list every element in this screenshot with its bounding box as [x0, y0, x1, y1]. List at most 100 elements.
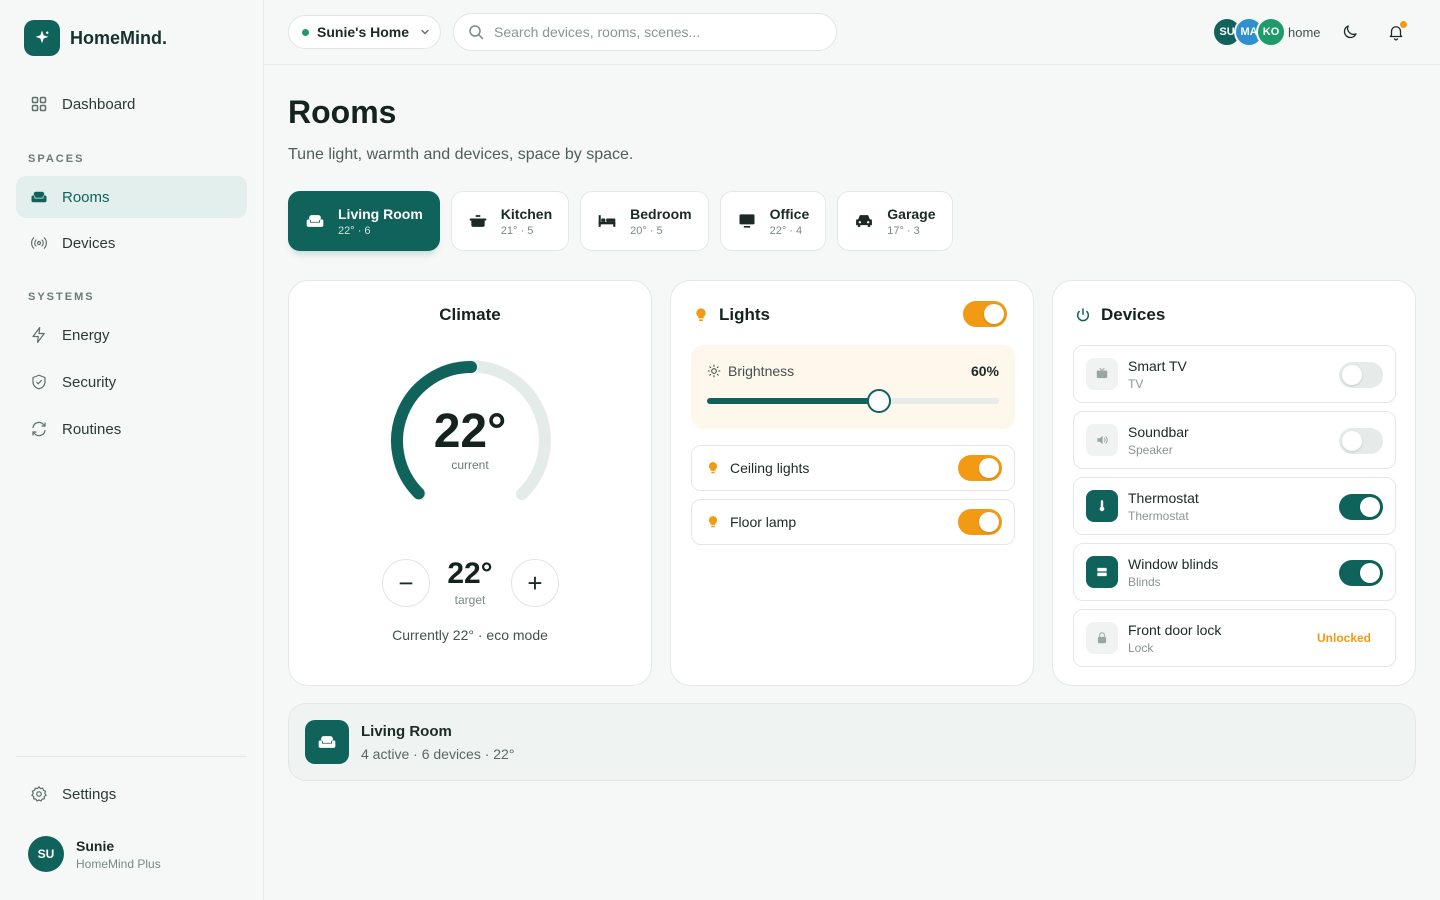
light-row-ceiling[interactable]: Ceiling lights: [691, 445, 1015, 491]
sidebar-item-rooms[interactable]: Rooms: [16, 176, 247, 218]
room-meta: 22° · 4: [769, 224, 803, 237]
room-name: Bedroom: [630, 205, 692, 222]
speaker-icon: [1086, 424, 1118, 456]
toggle-knob: [984, 304, 1004, 324]
room-tab-kitchen[interactable]: Kitchen 21° · 5: [450, 191, 570, 251]
room-tab-garage[interactable]: Garage 17° · 3: [837, 191, 953, 251]
brightness-control: Brightness 60%: [691, 345, 1015, 429]
sofa-icon: [305, 720, 349, 764]
light-row-floor-lamp[interactable]: Floor lamp: [691, 499, 1015, 545]
device-name: Window blinds: [1128, 556, 1219, 572]
tv-icon: [1086, 358, 1118, 390]
climate-status: Currently 22° · eco mode: [392, 627, 548, 643]
room-tabs: Living Room 22° · 6 Kitchen 21° · 5 Bedroom 2…: [288, 191, 953, 251]
summary-subtitle: 4 active · 6 devices · 22°: [361, 746, 515, 762]
target-label: target: [454, 593, 486, 607]
toggle-knob: [1360, 563, 1380, 583]
sun-icon: [707, 364, 721, 378]
device-type: Speaker: [1128, 443, 1173, 457]
sidebar-item-devices[interactable]: Devices: [16, 222, 247, 264]
device-row-front-door-lock[interactable]: Front door lock Lock Unlocked: [1073, 609, 1396, 667]
device-name: Front door lock: [1128, 622, 1222, 638]
sofa-icon: [30, 188, 48, 206]
lightning-icon: [30, 326, 48, 344]
room-summary[interactable]: Living Room 4 active · 6 devices · 22°: [288, 703, 1416, 781]
dark-mode-button[interactable]: [1338, 20, 1362, 44]
device-row-window-blinds[interactable]: Window blinds Blinds: [1073, 543, 1396, 601]
sidebar-item-label: Energy: [62, 326, 110, 344]
brand[interactable]: HomeMind.: [24, 20, 167, 56]
room-tab-living-room[interactable]: Living Room 22° · 6: [288, 191, 440, 251]
shared-members[interactable]: SU MA KO home: [1212, 17, 1321, 47]
devices-card: Devices Smart TV TV Soundbar Speaker The…: [1052, 280, 1416, 686]
device-name: Soundbar: [1128, 424, 1189, 440]
user-profile[interactable]: SU Sunie HomeMind Plus: [28, 836, 161, 872]
member-avatar[interactable]: KO: [1256, 17, 1286, 47]
user-name: Sunie: [76, 837, 115, 854]
toggle-knob: [979, 512, 999, 532]
page-title: Rooms: [288, 94, 397, 130]
room-tab-office[interactable]: Office 22° · 4: [719, 191, 827, 251]
slider-thumb[interactable]: [867, 389, 892, 413]
broadcast-icon: [30, 234, 48, 252]
room-name: Office: [769, 205, 810, 222]
moon-icon: [1341, 23, 1359, 41]
brightness-slider[interactable]: [707, 389, 999, 413]
chevron-down-icon: [419, 26, 431, 38]
search-bar[interactable]: [453, 13, 837, 51]
notifications-button[interactable]: [1384, 20, 1408, 44]
lock-icon: [1086, 622, 1118, 654]
lights-master-toggle[interactable]: [963, 301, 1007, 327]
blinds-icon: [1086, 556, 1118, 588]
room-meta: 22° · 6: [338, 224, 371, 237]
summary-title: Living Room: [361, 723, 452, 740]
thermostat-toggle[interactable]: [1339, 494, 1383, 520]
device-type: TV: [1128, 377, 1144, 391]
device-row-thermostat[interactable]: Thermostat Thermostat: [1073, 477, 1396, 535]
target-temperature: 22°: [447, 557, 493, 590]
device-type: Lock: [1128, 641, 1154, 655]
sidebar-item-dashboard[interactable]: Dashboard: [16, 83, 247, 125]
device-row-smart-tv[interactable]: Smart TV TV: [1073, 345, 1396, 403]
sidebar-item-security[interactable]: Security: [16, 361, 247, 403]
notification-badge: [1400, 21, 1407, 28]
thermometer-icon: [1086, 490, 1118, 522]
room-tab-bedroom[interactable]: Bedroom 20° · 5: [580, 191, 709, 251]
light-name: Floor lamp: [730, 514, 797, 530]
ceiling-lights-toggle[interactable]: [958, 455, 1002, 481]
room-name: Living Room: [338, 205, 423, 222]
pot-icon: [467, 210, 489, 232]
sidebar-item-energy[interactable]: Energy: [16, 314, 247, 356]
section-label-spaces: SPACES: [28, 153, 85, 165]
sidebar-item-settings[interactable]: Settings: [16, 773, 247, 815]
brightness-value: 60%: [970, 363, 999, 379]
sofa-icon: [304, 210, 326, 232]
home-selector[interactable]: Sunie's Home: [288, 15, 441, 49]
device-type: Thermostat: [1128, 509, 1189, 523]
device-type: Blinds: [1128, 575, 1161, 589]
sparkle-icon: [24, 20, 60, 56]
current-label: current: [451, 458, 489, 472]
lights-title: Lights: [719, 305, 770, 324]
section-label-systems: SYSTEMS: [28, 291, 95, 303]
increase-temperature-button[interactable]: +: [511, 559, 559, 607]
room-name: Garage: [887, 205, 936, 222]
lights-card: Lights Brightness 60% Ceiling lights Flo…: [670, 280, 1034, 686]
lock-status[interactable]: Unlocked: [1317, 631, 1371, 645]
soundbar-toggle[interactable]: [1339, 428, 1383, 454]
brightness-label: Brightness: [728, 363, 795, 379]
sidebar-item-label: Rooms: [62, 188, 110, 206]
room-meta: 21° · 5: [500, 224, 534, 237]
search-input[interactable]: [494, 24, 814, 40]
user-plan: HomeMind Plus: [76, 856, 161, 871]
climate-card: Climate 22° current − 22° target + Curre…: [288, 280, 652, 686]
floor-lamp-toggle[interactable]: [958, 509, 1002, 535]
plus-icon: +: [527, 567, 543, 598]
home-name: Sunie's Home: [317, 24, 410, 40]
page-subtitle: Tune light, warmth and devices, space by…: [288, 146, 634, 163]
smart-tv-toggle[interactable]: [1339, 362, 1383, 388]
device-row-soundbar[interactable]: Soundbar Speaker: [1073, 411, 1396, 469]
sidebar-item-routines[interactable]: Routines: [16, 408, 247, 450]
toggle-knob: [1342, 365, 1362, 385]
window-blinds-toggle[interactable]: [1339, 560, 1383, 586]
